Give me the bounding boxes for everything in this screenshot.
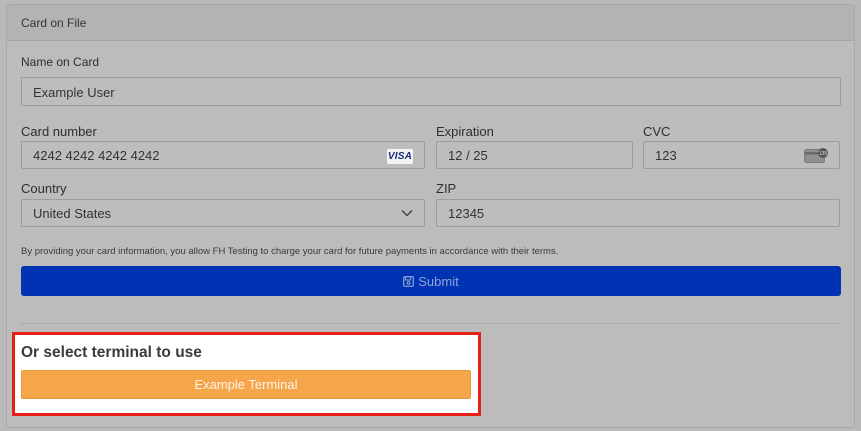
cvc-value: 123 [655,148,677,163]
zip-label: ZIP [436,181,457,196]
card-header-title: Card on File [21,16,87,30]
cvc-label: CVC [643,124,671,139]
svg-text:135: 135 [819,151,828,157]
expiration-label: Expiration [436,124,494,139]
section-divider [21,323,841,324]
terms-text: By providing your card information, you … [21,246,559,257]
save-icon [403,275,415,287]
card-number-value: 4242 4242 4242 4242 [33,148,160,163]
name-on-card-value: Example User [33,85,115,100]
country-select[interactable]: United States [21,199,425,227]
card-number-input[interactable]: 4242 4242 4242 4242 VISA [21,141,425,169]
cvc-card-icon: 135 [804,148,828,163]
visa-icon: VISA [387,149,413,164]
zip-value: 12345 [448,206,485,221]
example-terminal-button[interactable]: Example Terminal [21,370,471,399]
example-terminal-label: Example Terminal [194,377,298,392]
zip-input[interactable]: 12345 [436,199,840,227]
cvc-input[interactable]: 123 135 [643,141,840,169]
name-on-card-input[interactable]: Example User [21,77,841,106]
name-on-card-label: Name on Card [21,55,100,69]
expiration-value: 12 / 25 [448,148,488,163]
card-number-label: Card number [21,124,97,139]
terminal-highlight-box: Or select terminal to use Example Termin… [12,332,481,416]
country-label: Country [21,181,67,196]
submit-button[interactable]: Submit [21,266,841,296]
expiration-input[interactable]: 12 / 25 [436,141,633,169]
chevron-down-icon [401,209,413,217]
terminal-section-title: Or select terminal to use [21,344,202,361]
submit-label: Submit [418,273,459,289]
country-value: United States [33,206,112,221]
card-header: Card on File [7,5,854,41]
